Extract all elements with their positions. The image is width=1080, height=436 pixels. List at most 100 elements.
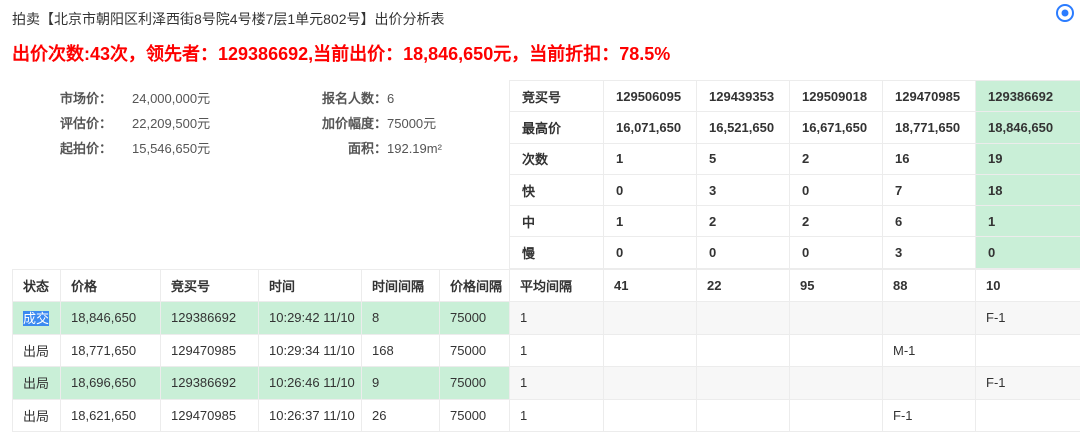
time-cell: 10:26:46 11/10 [259, 367, 362, 400]
stat-cell: 0 [604, 237, 697, 268]
stat-row-label: 快 [510, 174, 604, 205]
stat-cell: 6 [883, 206, 976, 237]
bidder-header: 竞买号 [161, 270, 259, 302]
avg-cell: 1 [510, 302, 604, 335]
status-cell: 出局 [13, 399, 61, 432]
flag-cell [790, 334, 883, 367]
flag-cell [790, 367, 883, 400]
bid-log-header-row: 状态 价格 竞买号 时间 时间间隔 价格间隔 平均间隔 41 22 95 88 … [13, 270, 1080, 302]
market-price-label: 市场价： [60, 86, 132, 111]
stat-row-label: 竞买号 [510, 81, 604, 112]
avg-gap-value: 41 [604, 270, 697, 302]
bidder-cell: 129470985 [161, 334, 259, 367]
bid-log-row: 出局 18,621,650 129470985 10:26:37 11/10 2… [13, 399, 1080, 432]
time-gap-cell: 26 [362, 399, 440, 432]
time-cell: 10:26:37 11/10 [259, 399, 362, 432]
stat-cell: 129509018 [790, 81, 883, 112]
flag-cell: M-1 [883, 334, 976, 367]
stat-row-label: 次数 [510, 143, 604, 174]
flag-cell: F-1 [883, 399, 976, 432]
time-gap-header: 时间间隔 [362, 270, 440, 302]
avg-cell: 1 [510, 367, 604, 400]
flag-cell [604, 367, 697, 400]
stat-cell: 0 [790, 237, 883, 268]
flag-cell [790, 302, 883, 335]
stat-cell: 18,771,650 [883, 112, 976, 143]
start-price-label: 起拍价： [60, 136, 132, 161]
bidder-cell: 129470985 [161, 399, 259, 432]
time-gap-cell: 8 [362, 302, 440, 335]
time-cell: 10:29:42 11/10 [259, 302, 362, 335]
stat-row-label: 最高价 [510, 112, 604, 143]
bid-summary-line: 出价次数:43次，领先者：129386692,当前出价：18,846,650元，… [12, 40, 670, 66]
enroll-count-value: 6 [387, 86, 442, 111]
stat-cell: 129470985 [883, 81, 976, 112]
flag-cell [976, 334, 1080, 367]
stat-cell-leader: 18,846,650 [976, 112, 1080, 143]
flag-cell [883, 367, 976, 400]
stat-cell-leader: 18 [976, 174, 1080, 205]
stat-cell: 0 [790, 174, 883, 205]
bidder-cell: 129386692 [161, 367, 259, 400]
auction-info-panel: 市场价： 24,000,000元 报名人数： 6 评估价： 22,209,500… [60, 86, 442, 161]
stat-cell: 5 [697, 143, 790, 174]
stat-cell: 129439353 [697, 81, 790, 112]
time-gap-cell: 168 [362, 334, 440, 367]
status-cell: 出局 [13, 367, 61, 400]
stat-cell: 7 [883, 174, 976, 205]
highest-price-row: 最高价 16,071,650 16,521,650 16,671,650 18,… [510, 112, 1080, 143]
status-cell: 成交 [13, 302, 61, 335]
stat-cell: 2 [790, 206, 883, 237]
price-cell: 18,771,650 [61, 334, 161, 367]
time-gap-cell: 9 [362, 367, 440, 400]
price-gap-header: 价格间隔 [440, 270, 510, 302]
bid-log-row: 出局 18,771,650 129470985 10:29:34 11/10 1… [13, 334, 1080, 367]
flag-cell: F-1 [976, 302, 1080, 335]
flag-cell: F-1 [976, 367, 1080, 400]
status-selected-text: 成交 [23, 311, 49, 326]
flag-cell [790, 399, 883, 432]
avg-cell: 1 [510, 399, 604, 432]
bid-log-row: 出局 18,696,650 129386692 10:26:46 11/10 9… [13, 367, 1080, 400]
stat-cell: 1 [604, 143, 697, 174]
avg-gap-value: 10 [976, 270, 1080, 302]
avg-gap-value: 88 [883, 270, 976, 302]
stat-cell-leader: 1 [976, 206, 1080, 237]
stat-cell: 2 [697, 206, 790, 237]
time-cell: 10:29:34 11/10 [259, 334, 362, 367]
page-title: 拍卖【北京市朝阳区利泽西街8号院4号楼7层1单元802号】出价分析表 [12, 9, 445, 29]
stat-cell: 16,521,650 [697, 112, 790, 143]
flag-cell [697, 334, 790, 367]
flag-cell [604, 399, 697, 432]
flag-cell [883, 302, 976, 335]
price-gap-cell: 75000 [440, 302, 510, 335]
medium-row: 中 1 2 2 6 1 [510, 206, 1080, 237]
stat-row-label: 中 [510, 206, 604, 237]
increment-value: 75000元 [387, 111, 442, 136]
start-price-value: 15,546,650元 [132, 136, 290, 161]
record-icon[interactable] [1056, 4, 1074, 22]
bidder-stats-table: 竞买号 129506095 129439353 129509018 129470… [509, 80, 1080, 269]
stat-cell: 1 [604, 206, 697, 237]
flag-cell [604, 334, 697, 367]
stat-cell: 0 [604, 174, 697, 205]
flag-cell [697, 367, 790, 400]
time-header: 时间 [259, 270, 362, 302]
price-cell: 18,621,650 [61, 399, 161, 432]
avg-gap-header: 平均间隔 [510, 270, 604, 302]
bid-count-row: 次数 1 5 2 16 19 [510, 143, 1080, 174]
avg-cell: 1 [510, 334, 604, 367]
stat-cell: 129506095 [604, 81, 697, 112]
appraisal-price-label: 评估价： [60, 111, 132, 136]
fast-row: 快 0 3 0 7 18 [510, 174, 1080, 205]
price-gap-cell: 75000 [440, 367, 510, 400]
bidder-cell: 129386692 [161, 302, 259, 335]
status-cell: 出局 [13, 334, 61, 367]
stat-cell: 0 [697, 237, 790, 268]
slow-row: 慢 0 0 0 3 0 [510, 237, 1080, 268]
price-gap-cell: 75000 [440, 334, 510, 367]
stat-cell: 16 [883, 143, 976, 174]
stat-cell-leader: 129386692 [976, 81, 1080, 112]
stat-cell-leader: 0 [976, 237, 1080, 268]
price-gap-cell: 75000 [440, 399, 510, 432]
